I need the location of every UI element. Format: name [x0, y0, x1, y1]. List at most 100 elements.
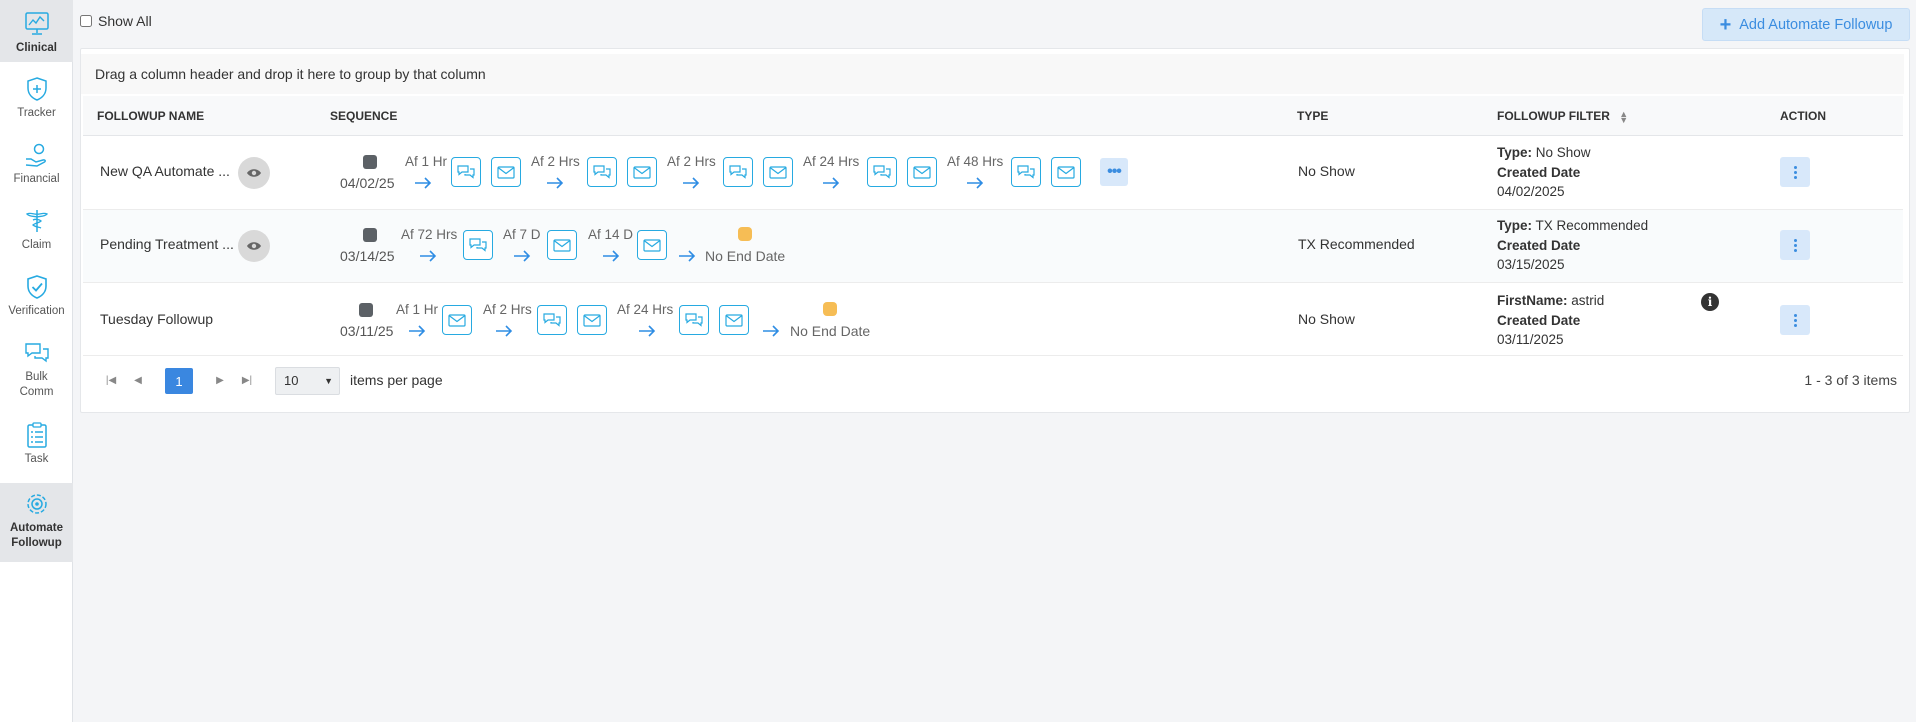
sequence-start-marker: [363, 155, 377, 169]
row-actions-button[interactable]: [1780, 157, 1810, 187]
ellipsis-icon: •••: [1107, 163, 1122, 180]
sequence-step-label: Af 48 Hrs: [947, 154, 1004, 169]
medical-caduceus-icon: [22, 206, 52, 236]
shield-check-icon: [22, 272, 52, 302]
pager: |◀ ◀ 1 ▶ ▶| 10 ▼ items per page 1 - 3 of…: [83, 358, 1903, 402]
sms-icon[interactable]: [451, 157, 481, 187]
sequence-start-marker: [359, 303, 373, 317]
email-icon[interactable]: [577, 305, 607, 335]
email-icon[interactable]: [637, 230, 667, 260]
sms-icon[interactable]: [1011, 157, 1041, 187]
sidebar-item-tracker[interactable]: Tracker: [0, 74, 73, 130]
pager-info: 1 - 3 of 3 items: [1804, 372, 1897, 388]
sequence-step-label: Af 2 Hrs: [531, 154, 580, 169]
info-icon[interactable]: i: [1701, 293, 1719, 311]
email-icon[interactable]: [627, 157, 657, 187]
sequence-step-label: Af 1 Hr: [396, 302, 439, 317]
filter-value: No Show: [1535, 145, 1591, 160]
column-header-followup-name[interactable]: FOLLOWUP NAME: [97, 96, 204, 136]
sidebar-item-label: Automate: [9, 522, 64, 534]
sequence-start-date: 04/02/25: [340, 175, 395, 191]
next-page-icon[interactable]: ▶: [210, 370, 230, 390]
email-icon[interactable]: [1051, 157, 1081, 187]
arrow-right-icon: [514, 250, 531, 262]
email-icon[interactable]: [547, 230, 577, 260]
eye-icon[interactable]: [238, 157, 270, 189]
arrow-right-icon: [763, 325, 780, 337]
arrow-right-icon: [496, 325, 513, 337]
first-page-icon[interactable]: |◀: [101, 370, 121, 390]
page-number-button[interactable]: 1: [165, 368, 193, 394]
grid-header: FOLLOWUP NAME SEQUENCE TYPE FOLLOWUP FIL…: [83, 96, 1903, 136]
followup-name[interactable]: Tuesday Followup: [100, 311, 213, 327]
email-icon[interactable]: [763, 157, 793, 187]
show-all-toggle[interactable]: Show All: [80, 13, 152, 29]
sidebar-item-clinical[interactable]: Clinical: [0, 0, 73, 62]
sms-icon[interactable]: [867, 157, 897, 187]
filter-value: astrid: [1571, 293, 1605, 308]
sms-icon[interactable]: [723, 157, 753, 187]
sort-icon[interactable]: ▲ ▼: [1619, 109, 1628, 124]
filter-date: 04/02/2025: [1497, 184, 1565, 199]
table-row[interactable]: Tuesday Followup 03/11/25 Af 1 Hr Af 2 H…: [83, 283, 1903, 356]
followup-filter: Type: No Show Created Date 04/02/2025: [1497, 143, 1591, 202]
sequence-step-label: Af 1 Hr: [405, 154, 448, 169]
last-page-icon[interactable]: ▶|: [237, 370, 257, 390]
sidebar-item-claim[interactable]: Claim: [0, 206, 73, 262]
column-header-label: FOLLOWUP FILTER: [1497, 109, 1610, 123]
sidebar-item-label: Tracker: [17, 107, 56, 119]
table-row[interactable]: New QA Automate ... 04/02/25 Af 1 Hr Af …: [83, 137, 1903, 210]
arrow-right-icon: [823, 177, 840, 189]
page-size-select[interactable]: 10 ▼: [275, 367, 340, 395]
show-all-checkbox[interactable]: [80, 15, 92, 27]
column-header-followup-filter[interactable]: FOLLOWUP FILTER ▲ ▼: [1497, 96, 1628, 136]
email-icon[interactable]: [442, 305, 472, 335]
sidebar-item-bulk-comm[interactable]: Bulk Comm: [0, 338, 73, 408]
sidebar-item-task[interactable]: Task: [0, 420, 73, 476]
sequence-step-label: Af 72 Hrs: [401, 227, 458, 242]
sidebar-item-financial[interactable]: Financial: [0, 140, 73, 196]
column-header-type[interactable]: TYPE: [1297, 96, 1328, 136]
email-icon[interactable]: [491, 157, 521, 187]
sidebar-item-label: Financial: [13, 173, 60, 185]
followup-grid: Drag a column header and drop it here to…: [80, 48, 1910, 413]
sms-icon[interactable]: [587, 157, 617, 187]
sequence-start-date: 03/14/25: [340, 248, 395, 264]
hand-coin-icon: [22, 140, 52, 170]
email-icon[interactable]: [719, 305, 749, 335]
email-icon[interactable]: [907, 157, 937, 187]
sequence-step-label: Af 24 Hrs: [617, 302, 674, 317]
sidebar-item-verification[interactable]: Verification: [0, 272, 73, 328]
type-value: No Show: [1298, 311, 1355, 327]
sequence-end-marker: [738, 227, 752, 241]
sms-icon[interactable]: [463, 230, 493, 260]
sidebar-item-label: Comm: [19, 386, 54, 398]
arrow-right-icon: [415, 177, 432, 189]
filter-label: FirstName:: [1497, 293, 1568, 308]
sidebar-item-automate-followup[interactable]: Automate Followup: [0, 483, 73, 562]
followup-name[interactable]: New QA Automate ...: [100, 163, 230, 179]
arrow-right-icon: [679, 250, 696, 262]
followup-name[interactable]: Pending Treatment ...: [100, 236, 234, 252]
chat-bubbles-icon: [22, 338, 52, 368]
filter-label: Created Date: [1497, 312, 1581, 328]
group-drop-zone[interactable]: Drag a column header and drop it here to…: [81, 54, 1904, 94]
row-actions-button[interactable]: [1780, 230, 1810, 260]
table-row[interactable]: Pending Treatment ... 03/14/25 Af 72 Hrs…: [83, 210, 1903, 283]
arrow-right-icon: [683, 177, 700, 189]
previous-page-icon[interactable]: ◀: [128, 370, 148, 390]
sms-icon[interactable]: [537, 305, 567, 335]
more-steps-button[interactable]: •••: [1100, 158, 1128, 186]
row-actions-button[interactable]: [1780, 305, 1810, 335]
eye-icon[interactable]: [238, 230, 270, 262]
sidebar-item-label: Followup: [11, 537, 62, 549]
monitor-chart-icon: [22, 9, 52, 39]
sidebar-item-label: Verification: [8, 305, 65, 317]
sidebar-item-label: Task: [24, 453, 49, 465]
column-header-sequence[interactable]: SEQUENCE: [330, 96, 397, 136]
filter-value: TX Recommended: [1535, 218, 1649, 233]
add-automate-followup-button[interactable]: + Add Automate Followup: [1702, 8, 1910, 41]
sequence-end-label: No End Date: [790, 323, 871, 339]
filter-label: Type:: [1497, 145, 1533, 160]
sms-icon[interactable]: [679, 305, 709, 335]
